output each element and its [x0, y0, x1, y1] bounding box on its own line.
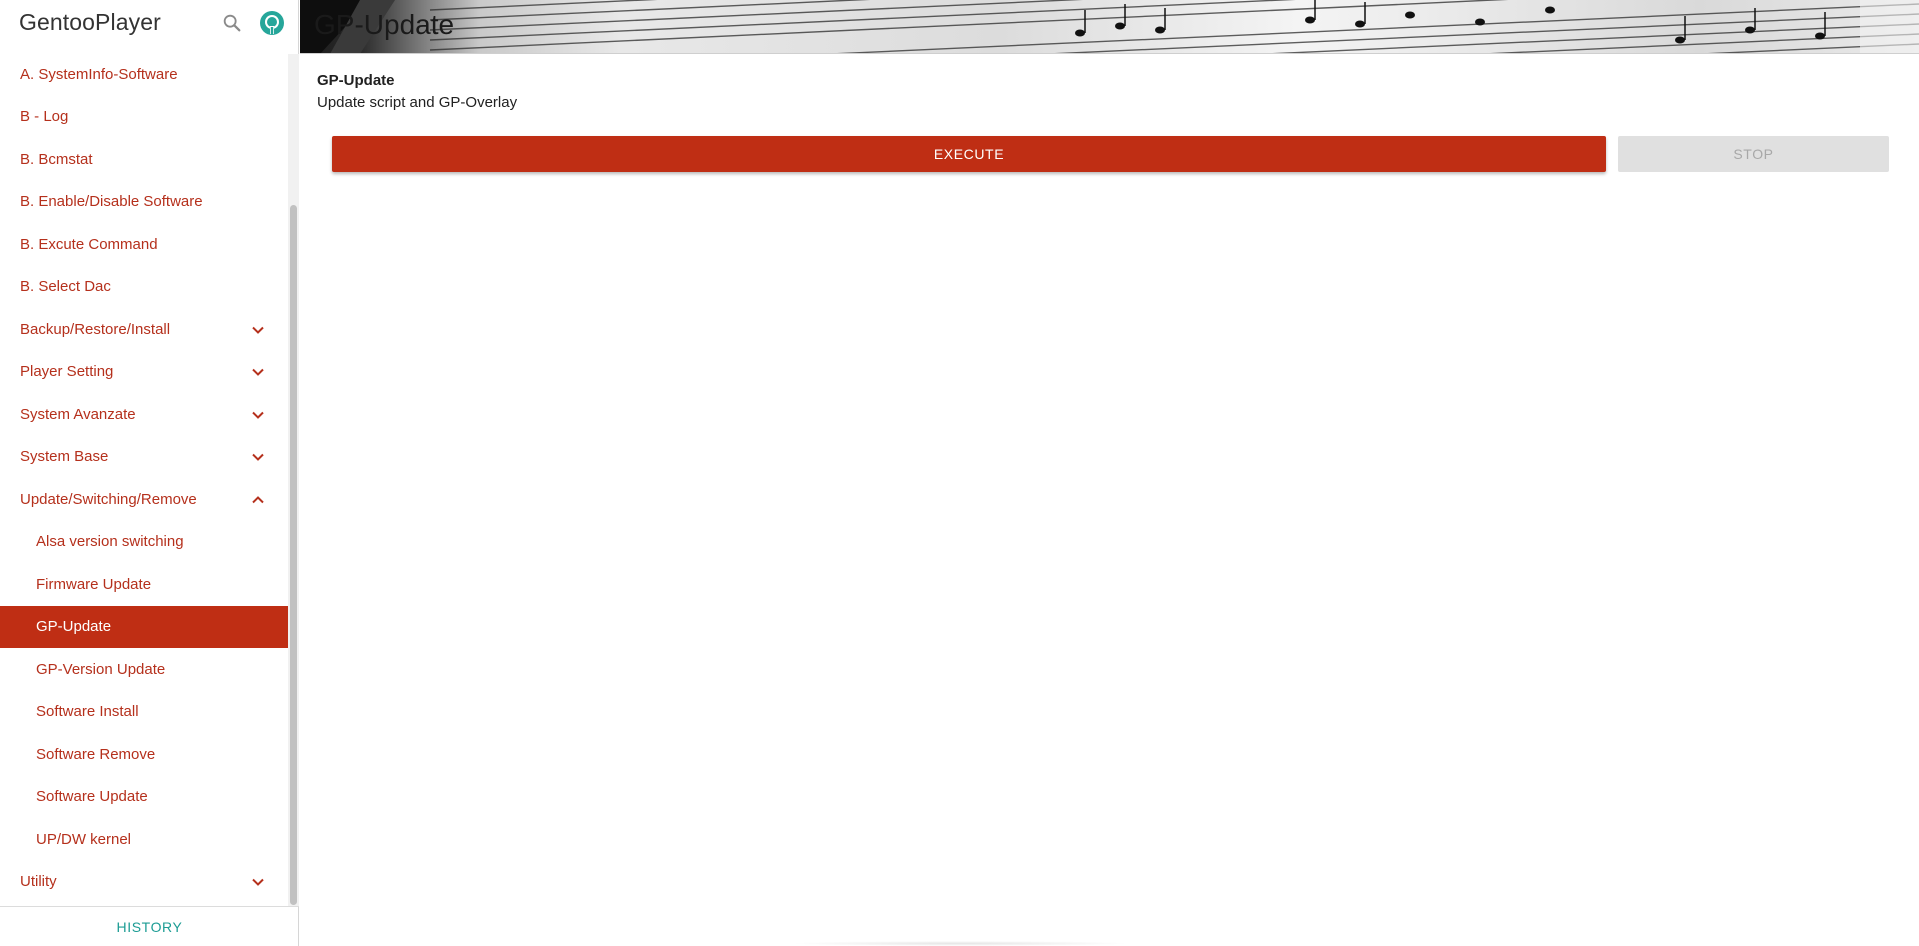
- script-description: Update script and GP-Overlay: [317, 94, 518, 111]
- sidebar-item-label: GP-Update: [36, 618, 112, 635]
- sidebar-item-label: B. Bcmstat: [20, 151, 93, 168]
- sidebar-item-label: System Base: [20, 448, 109, 465]
- bottom-shadow: [790, 941, 1130, 946]
- page-title: GP-Update: [314, 9, 455, 40]
- sidebar-item-label: B. Select Dac: [20, 278, 111, 295]
- sidebar-item-label: Utility: [20, 873, 57, 890]
- history-button[interactable]: HISTORY: [0, 907, 299, 946]
- sidebar-item-label: UP/DW kernel: [36, 831, 132, 848]
- sidebar-item-label: Software Install: [36, 703, 139, 720]
- sidebar-item-firmware-update[interactable]: Firmware Update: [0, 564, 288, 606]
- sidebar-item-up-dw-kernel[interactable]: UP/DW kernel: [0, 819, 288, 861]
- sidebar-item-label: Software Update: [36, 788, 148, 805]
- sidebar-item-excute-command[interactable]: B. Excute Command: [0, 224, 288, 266]
- sidebar-item-label: Software Remove: [36, 746, 156, 763]
- sidebar-nav: A. SystemInfo-Software B - Log B. Bcmsta…: [0, 54, 288, 906]
- sidebar-item-alsa-version-switching[interactable]: Alsa version switching: [0, 521, 288, 563]
- page-header: GP-Update: [300, 0, 1919, 54]
- execute-button[interactable]: EXECUTE: [332, 136, 1606, 172]
- sidebar-item-software-remove[interactable]: Software Remove: [0, 734, 288, 776]
- chevron-down-icon: [252, 368, 264, 376]
- search-icon[interactable]: [221, 12, 243, 34]
- sidebar-group-backup-restore-install[interactable]: Backup/Restore/Install: [0, 309, 288, 351]
- chevron-down-icon: [252, 411, 264, 419]
- sidebar-item-gp-update[interactable]: GP-Update: [0, 606, 288, 648]
- history-bar: HISTORY: [0, 906, 299, 946]
- sidebar-item-enable-disable-software[interactable]: B. Enable/Disable Software: [0, 181, 288, 223]
- chevron-up-icon: [252, 496, 264, 504]
- sidebar-item-bcmstat[interactable]: B. Bcmstat: [0, 139, 288, 181]
- sidebar-item-label: B. Excute Command: [20, 236, 158, 253]
- app-title: GentooPlayer: [19, 9, 161, 35]
- sidebar-item-software-update[interactable]: Software Update: [0, 776, 288, 818]
- sidebar-group-update-switching-remove[interactable]: Update/Switching/Remove: [0, 479, 288, 521]
- chevron-down-icon: [252, 326, 264, 334]
- sidebar-item-label: B - Log: [20, 108, 69, 125]
- sidebar-scrollbar-thumb[interactable]: [290, 205, 297, 905]
- sidebar-item-label: Update/Switching/Remove: [20, 491, 197, 508]
- sidebar-item-label: GP-Version Update: [36, 661, 166, 678]
- sidebar-item-systeminfo-software[interactable]: A. SystemInfo-Software: [0, 54, 288, 96]
- sidebar-item-label: Firmware Update: [36, 576, 152, 593]
- chevron-down-icon: [252, 878, 264, 886]
- sidebar-group-utility[interactable]: Utility: [0, 861, 288, 903]
- sidebar-group-player-setting[interactable]: Player Setting: [0, 351, 288, 393]
- sidebar: GentooPlayer A. SystemInfo-Software B - …: [0, 0, 299, 946]
- github-icon[interactable]: [259, 10, 285, 36]
- sidebar-brand: GentooPlayer: [0, 0, 299, 46]
- sidebar-item-label: Player Setting: [20, 363, 114, 380]
- sidebar-item-label: System Avanzate: [20, 406, 136, 423]
- stop-button[interactable]: STOP: [1618, 136, 1889, 172]
- sidebar-group-system-avanzate[interactable]: System Avanzate: [0, 394, 288, 436]
- script-title: GP-Update: [317, 72, 395, 89]
- sidebar-group-system-base[interactable]: System Base: [0, 436, 288, 478]
- chevron-down-icon: [252, 453, 264, 461]
- sheet-music-banner: [300, 0, 1919, 53]
- sidebar-item-label: Backup/Restore/Install: [20, 321, 171, 338]
- sidebar-item-log[interactable]: B - Log: [0, 96, 288, 138]
- sidebar-item-software-install[interactable]: Software Install: [0, 691, 288, 733]
- main-content: GP-Update Update script and GP-Overlay E…: [300, 55, 1919, 946]
- sidebar-item-select-dac[interactable]: B. Select Dac: [0, 266, 288, 308]
- sidebar-item-gp-version-update[interactable]: GP-Version Update: [0, 649, 288, 691]
- sidebar-item-label: Alsa version switching: [36, 533, 184, 550]
- sidebar-item-label: A. SystemInfo-Software: [20, 66, 178, 83]
- sidebar-item-label: B. Enable/Disable Software: [20, 193, 203, 210]
